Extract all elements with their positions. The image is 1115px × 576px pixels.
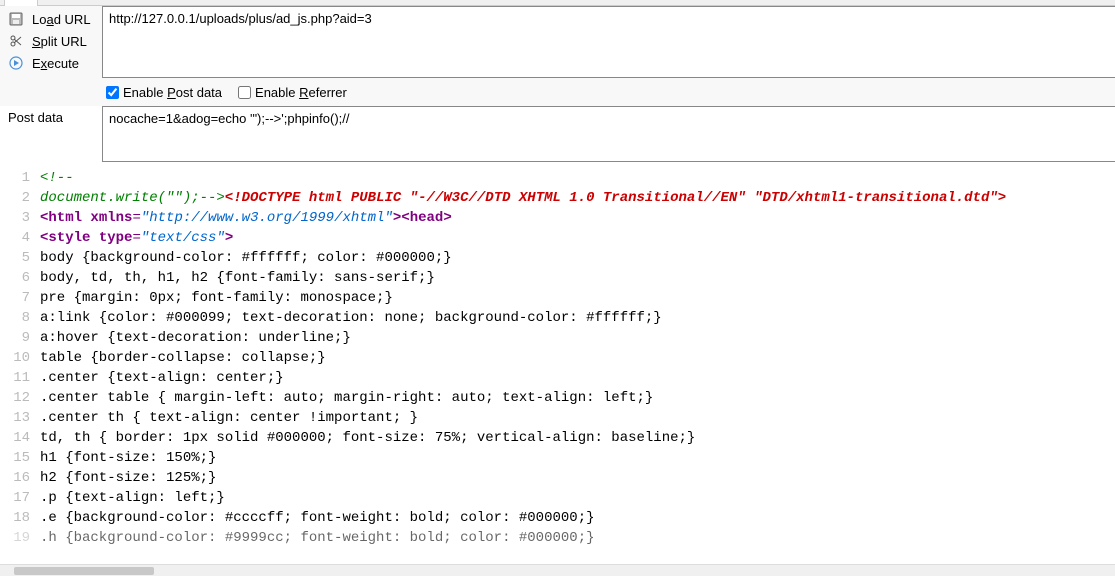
code-text: h1 {font-size: 150%;} <box>40 448 1115 468</box>
code-text: pre {margin: 0px; font-family: monospace… <box>40 288 1115 308</box>
line-number: 18 <box>0 508 40 528</box>
code-text: .h {background-color: #9999cc; font-weig… <box>40 528 1115 548</box>
load-url-label: Load URL <box>32 12 91 27</box>
postdata-row: Post data <box>0 106 1115 162</box>
scroll-thumb[interactable] <box>14 567 154 575</box>
code-text: document.write("");--> <box>40 190 225 206</box>
code-text: body {background-color: #ffffff; color: … <box>40 248 1115 268</box>
tab-nub[interactable] <box>4 0 38 6</box>
scissors-icon <box>8 33 24 49</box>
line-number: 19 <box>0 528 40 548</box>
line-number: 7 <box>0 288 40 308</box>
referrer-checkbox-label: Enable Referrer <box>255 85 347 100</box>
postdata-checkbox-input[interactable] <box>106 86 119 99</box>
options-row: Enable Post data Enable Referrer <box>102 78 1115 106</box>
code-text: .p {text-align: left;} <box>40 488 1115 508</box>
actions-column: Load URL Split URL Execute <box>0 6 102 106</box>
code-text: .center {text-align: center;} <box>40 368 1115 388</box>
enable-referrer-checkbox[interactable]: Enable Referrer <box>238 85 347 100</box>
line-number: 6 <box>0 268 40 288</box>
line-number: 11 <box>0 368 40 388</box>
line-number: 15 <box>0 448 40 468</box>
play-icon <box>8 55 24 71</box>
code-text: td, th { border: 1px solid #000000; font… <box>40 428 1115 448</box>
split-url-button[interactable]: Split URL <box>0 30 102 52</box>
code-text: .center th { text-align: center !importa… <box>40 408 1115 428</box>
line-number: 8 <box>0 308 40 328</box>
code-text: table {border-collapse: collapse;} <box>40 348 1115 368</box>
load-url-button[interactable]: Load URL <box>0 8 102 30</box>
top-tabstrip <box>0 0 1115 6</box>
line-number: 10 <box>0 348 40 368</box>
split-url-label: Split URL <box>32 34 87 49</box>
line-number: 12 <box>0 388 40 408</box>
code-text: <!DOCTYPE html PUBLIC "-//W3C//DTD XHTML… <box>225 190 1006 206</box>
code-text: a:link {color: #000099; text-decoration:… <box>40 308 1115 328</box>
disk-icon <box>8 11 24 27</box>
source-viewer[interactable]: 1<!-- 2document.write("");--><!DOCTYPE h… <box>0 162 1115 548</box>
line-number: 3 <box>0 208 40 228</box>
referrer-checkbox-input[interactable] <box>238 86 251 99</box>
line-number: 4 <box>0 228 40 248</box>
execute-button[interactable]: Execute <box>0 52 102 74</box>
line-number: 17 <box>0 488 40 508</box>
postdata-checkbox-label: Enable Post data <box>123 85 222 100</box>
postdata-input[interactable] <box>102 106 1115 162</box>
line-number: 13 <box>0 408 40 428</box>
url-input[interactable] <box>102 6 1115 78</box>
enable-postdata-checkbox[interactable]: Enable Post data <box>106 85 222 100</box>
line-number: 14 <box>0 428 40 448</box>
line-number: 16 <box>0 468 40 488</box>
line-number: 1 <box>0 168 40 188</box>
hackbar-panel: Load URL Split URL Execute Enable Post d… <box>0 6 1115 106</box>
execute-label: Execute <box>32 56 79 71</box>
code-text: .e {background-color: #ccccff; font-weig… <box>40 508 1115 528</box>
horizontal-scrollbar[interactable] <box>0 564 1115 576</box>
code-text: .center table { margin-left: auto; margi… <box>40 388 1115 408</box>
code-text: h2 {font-size: 125%;} <box>40 468 1115 488</box>
line-number: 5 <box>0 248 40 268</box>
line-number: 2 <box>0 188 40 208</box>
code-text: a:hover {text-decoration: underline;} <box>40 328 1115 348</box>
postdata-label: Post data <box>0 106 102 162</box>
line-number: 9 <box>0 328 40 348</box>
code-text: body, td, th, h1, h2 {font-family: sans-… <box>40 268 1115 288</box>
code-text: <!-- <box>40 170 74 186</box>
